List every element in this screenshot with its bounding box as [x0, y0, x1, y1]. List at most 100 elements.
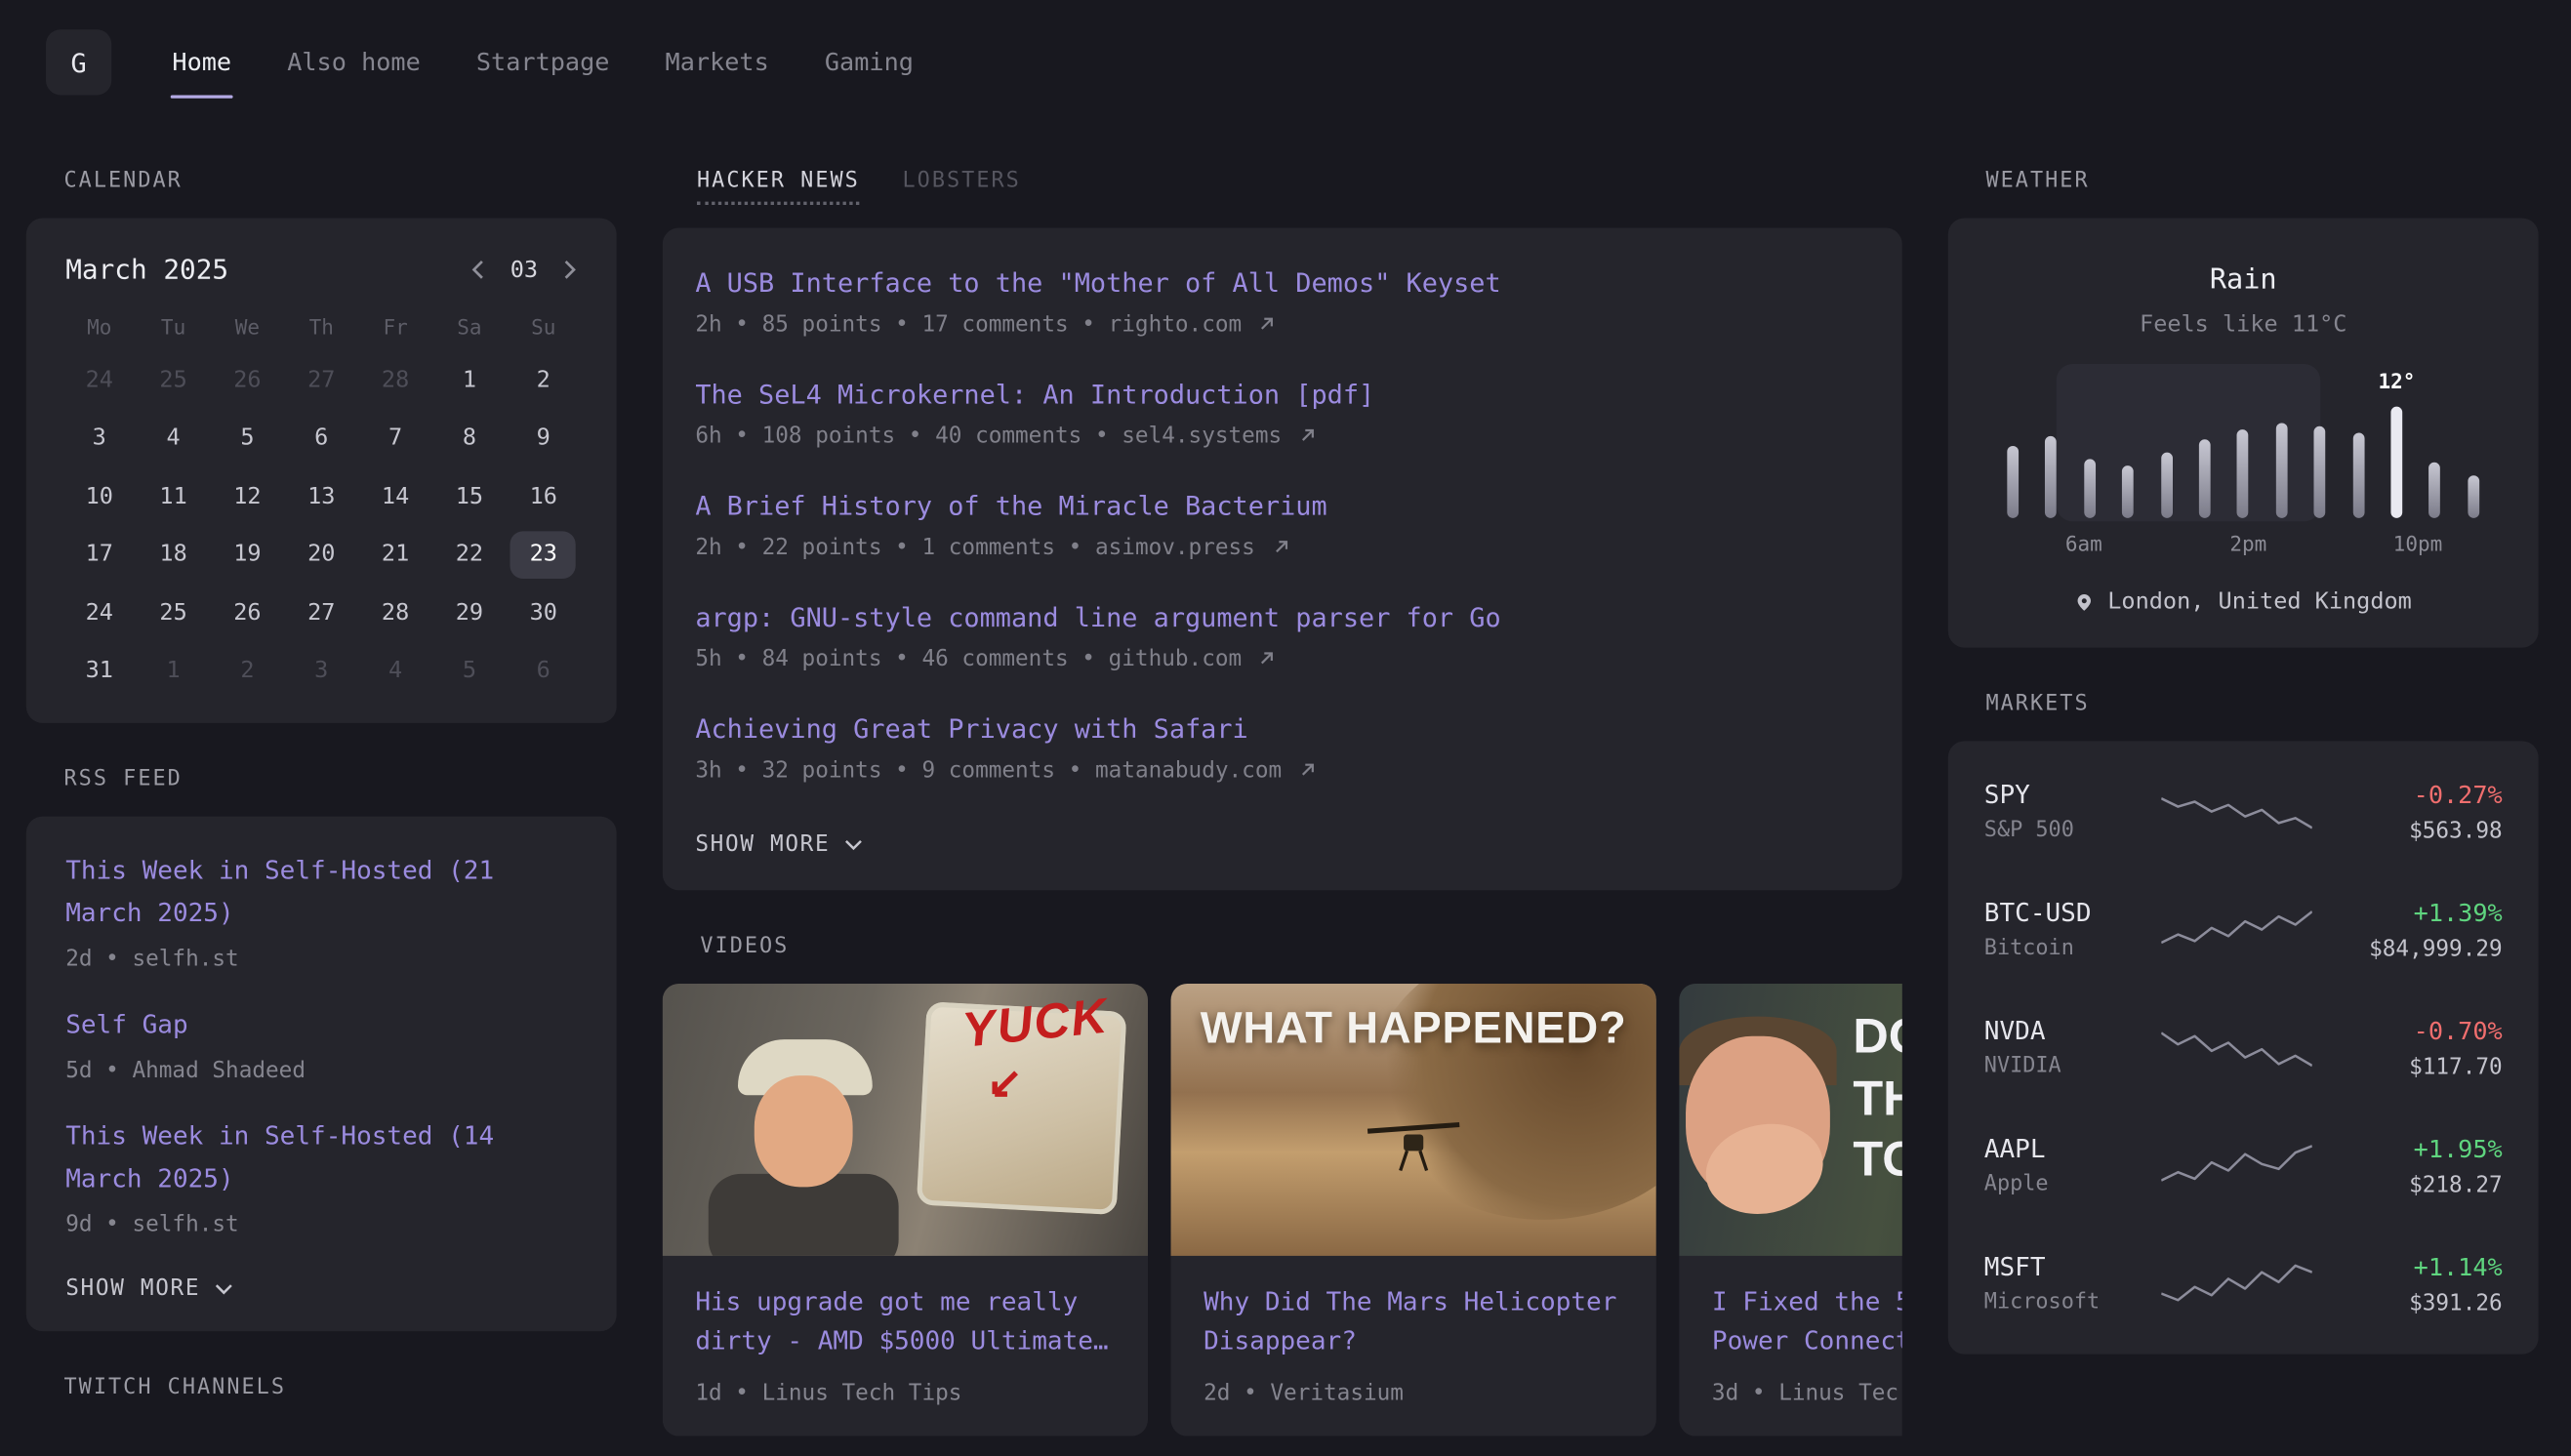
news-show-more-button[interactable]: SHOW MORE: [695, 825, 1862, 858]
rss-item-meta: 5d • Ahmad Shadeed: [65, 1058, 577, 1084]
thumbnail-overlay-text: DO TH TO: [1853, 1007, 1901, 1192]
top-nav: G Home Also home Startpage Markets Gaming: [0, 0, 2571, 125]
video-thumbnail[interactable]: YUCK: [663, 984, 1148, 1256]
video-thumbnail[interactable]: DO TH TO: [1679, 984, 1901, 1256]
market-identity: AAPL Apple: [1984, 1135, 2155, 1197]
nav-tab-markets[interactable]: Markets: [664, 41, 771, 84]
video-card[interactable]: DO TH TO I Fixed the 5 Power Connect 3d …: [1679, 984, 1901, 1436]
story-title-link[interactable]: The SeL4 Microkernel: An Introduction [p…: [695, 379, 1862, 410]
rss-show-more-button[interactable]: SHOW MORE: [65, 1270, 577, 1303]
video-card[interactable]: WHAT HAPPENED? Why Did The Mars Helicopt…: [1171, 984, 1656, 1436]
market-name: Bitcoin: [1984, 936, 2155, 960]
market-row[interactable]: NVDA NVIDIA -0.70% $117.70: [1984, 989, 2503, 1107]
rss-item-link[interactable]: This Week in Self-Hosted (14 March 2025): [65, 1115, 577, 1200]
rss-item-link[interactable]: This Week in Self-Hosted (21 March 2025): [65, 849, 577, 934]
story-source-link[interactable]: matanabudy.com: [1095, 757, 1315, 784]
calendar-weekday: Su: [507, 302, 581, 350]
tab-lobsters[interactable]: LOBSTERS: [902, 169, 1020, 202]
market-sparkline: [2161, 786, 2312, 838]
nav-tab-startpage[interactable]: Startpage: [474, 41, 611, 84]
calendar-weekday: Th: [284, 302, 358, 350]
calendar-next-button[interactable]: [562, 259, 577, 280]
story-source-link[interactable]: github.com: [1109, 646, 1275, 672]
calendar-day: 20: [284, 525, 358, 584]
thumbnail-overlay-text: WHAT HAPPENED?: [1171, 1003, 1656, 1054]
calendar-day: 5: [432, 642, 507, 701]
video-thumbnail[interactable]: WHAT HAPPENED?: [1171, 984, 1656, 1256]
calendar-day: 21: [358, 525, 432, 584]
market-row[interactable]: SPY S&P 500 -0.27% $563.98: [1984, 752, 2503, 870]
story-title-link[interactable]: A Brief History of the Miracle Bacterium: [695, 490, 1862, 521]
calendar-day: 25: [137, 351, 211, 410]
market-row[interactable]: AAPL Apple +1.95% $218.27: [1984, 1107, 2503, 1225]
market-values: +1.95% $218.27: [2332, 1134, 2503, 1198]
calendar-weekday: Fr: [358, 302, 432, 350]
calendar-day: 1: [137, 642, 211, 701]
weather-bars: 12°: [1994, 381, 2493, 518]
calendar-weekday: Tu: [137, 302, 211, 350]
nav-tab-home[interactable]: Home: [171, 41, 233, 84]
market-price: $117.70: [2332, 1053, 2503, 1079]
story-source-link[interactable]: righto.com: [1109, 311, 1275, 338]
rss-item-link[interactable]: Self Gap: [65, 1003, 577, 1046]
video-title-link[interactable]: Why Did The Mars Helicopter Disappear?: [1171, 1256, 1656, 1361]
video-meta: 1d • Linus Tech Tips: [663, 1360, 1148, 1436]
calendar-prev-button[interactable]: [470, 259, 485, 280]
calendar-day: 19: [211, 525, 285, 584]
story-source-link[interactable]: sel4.systems: [1122, 423, 1315, 449]
calendar-day: 6: [284, 409, 358, 467]
markets-widget: SPY S&P 500 -0.27% $563.98 BTC-USD Bitco…: [1948, 741, 2539, 1354]
weather-bar: [2199, 381, 2211, 518]
nav-tab-also-home[interactable]: Also home: [286, 41, 423, 84]
calendar-day: 15: [432, 467, 507, 526]
left-column: CALENDAR March 2025 03 MoTuWeThFrSaSu 24…: [26, 125, 617, 1426]
market-name: S&P 500: [1984, 818, 2155, 842]
video-title-link[interactable]: His upgrade got me really dirty - AMD $5…: [663, 1256, 1148, 1361]
chevron-right-icon: [562, 259, 577, 280]
news-story: A USB Interface to the "Mother of All De…: [695, 267, 1862, 338]
market-values: -0.70% $117.70: [2332, 1016, 2503, 1080]
calendar-day: 8: [432, 409, 507, 467]
calendar-day: 4: [137, 409, 211, 467]
glance-dashboard: G Home Also home Startpage Markets Gaming CA…: [0, 0, 2571, 1456]
calendar-day: 2: [507, 351, 581, 410]
calendar-day: 12: [211, 467, 285, 526]
calendar-day: 14: [358, 467, 432, 526]
calendar-controls: 03: [470, 257, 577, 283]
tab-hacker-news[interactable]: HACKER NEWS: [697, 169, 860, 205]
market-price: $563.98: [2332, 817, 2503, 843]
market-name: NVIDIA: [1984, 1054, 2155, 1078]
news-story: The SeL4 Microkernel: An Introduction [p…: [695, 379, 1862, 449]
weather-bar: [2084, 381, 2096, 518]
story-source-link[interactable]: asimov.press: [1095, 535, 1288, 561]
calendar-day-grid: 2425262728123456789101112131415161718192…: [62, 351, 581, 701]
calendar-day: 27: [284, 351, 358, 410]
calendar-month-number: 03: [510, 257, 538, 283]
external-link-icon: [1260, 651, 1275, 666]
weather-bar: [2314, 381, 2326, 518]
app-logo[interactable]: G: [46, 29, 111, 95]
calendar-day: 24: [62, 584, 137, 642]
calendar-weekday: We: [211, 302, 285, 350]
calendar-day: 29: [432, 584, 507, 642]
market-row[interactable]: MSFT Microsoft +1.14% $391.26: [1984, 1225, 2503, 1343]
nav-tab-gaming[interactable]: Gaming: [823, 41, 915, 84]
weather-feels-like: Feels like 11°C: [1984, 311, 2503, 338]
calendar-day: 3: [284, 642, 358, 701]
market-row[interactable]: BTC-USD Bitcoin +1.39% $84,999.29: [1984, 870, 2503, 989]
weather-bar: 12°: [2391, 381, 2403, 518]
market-price: $84,999.29: [2332, 935, 2503, 961]
calendar-day: 27: [284, 584, 358, 642]
calendar-section-label: CALENDAR: [64, 169, 617, 193]
video-title-link[interactable]: I Fixed the 5 Power Connect: [1679, 1256, 1901, 1361]
calendar-weekday-row: MoTuWeThFrSaSu: [62, 302, 581, 350]
market-identity: NVDA NVIDIA: [1984, 1017, 2155, 1079]
calendar-day: 10: [62, 467, 137, 526]
story-title-link[interactable]: argp: GNU-style command line argument pa…: [695, 602, 1862, 633]
news-story: Achieving Great Privacy with Safari 3h •…: [695, 713, 1862, 784]
video-card[interactable]: YUCK His upgrade got me really dirty - A…: [663, 984, 1148, 1436]
story-title-link[interactable]: Achieving Great Privacy with Safari: [695, 713, 1862, 745]
weather-time-label: 2pm: [2229, 531, 2266, 555]
story-title-link[interactable]: A USB Interface to the "Mother of All De…: [695, 267, 1862, 299]
calendar-day: 13: [284, 467, 358, 526]
